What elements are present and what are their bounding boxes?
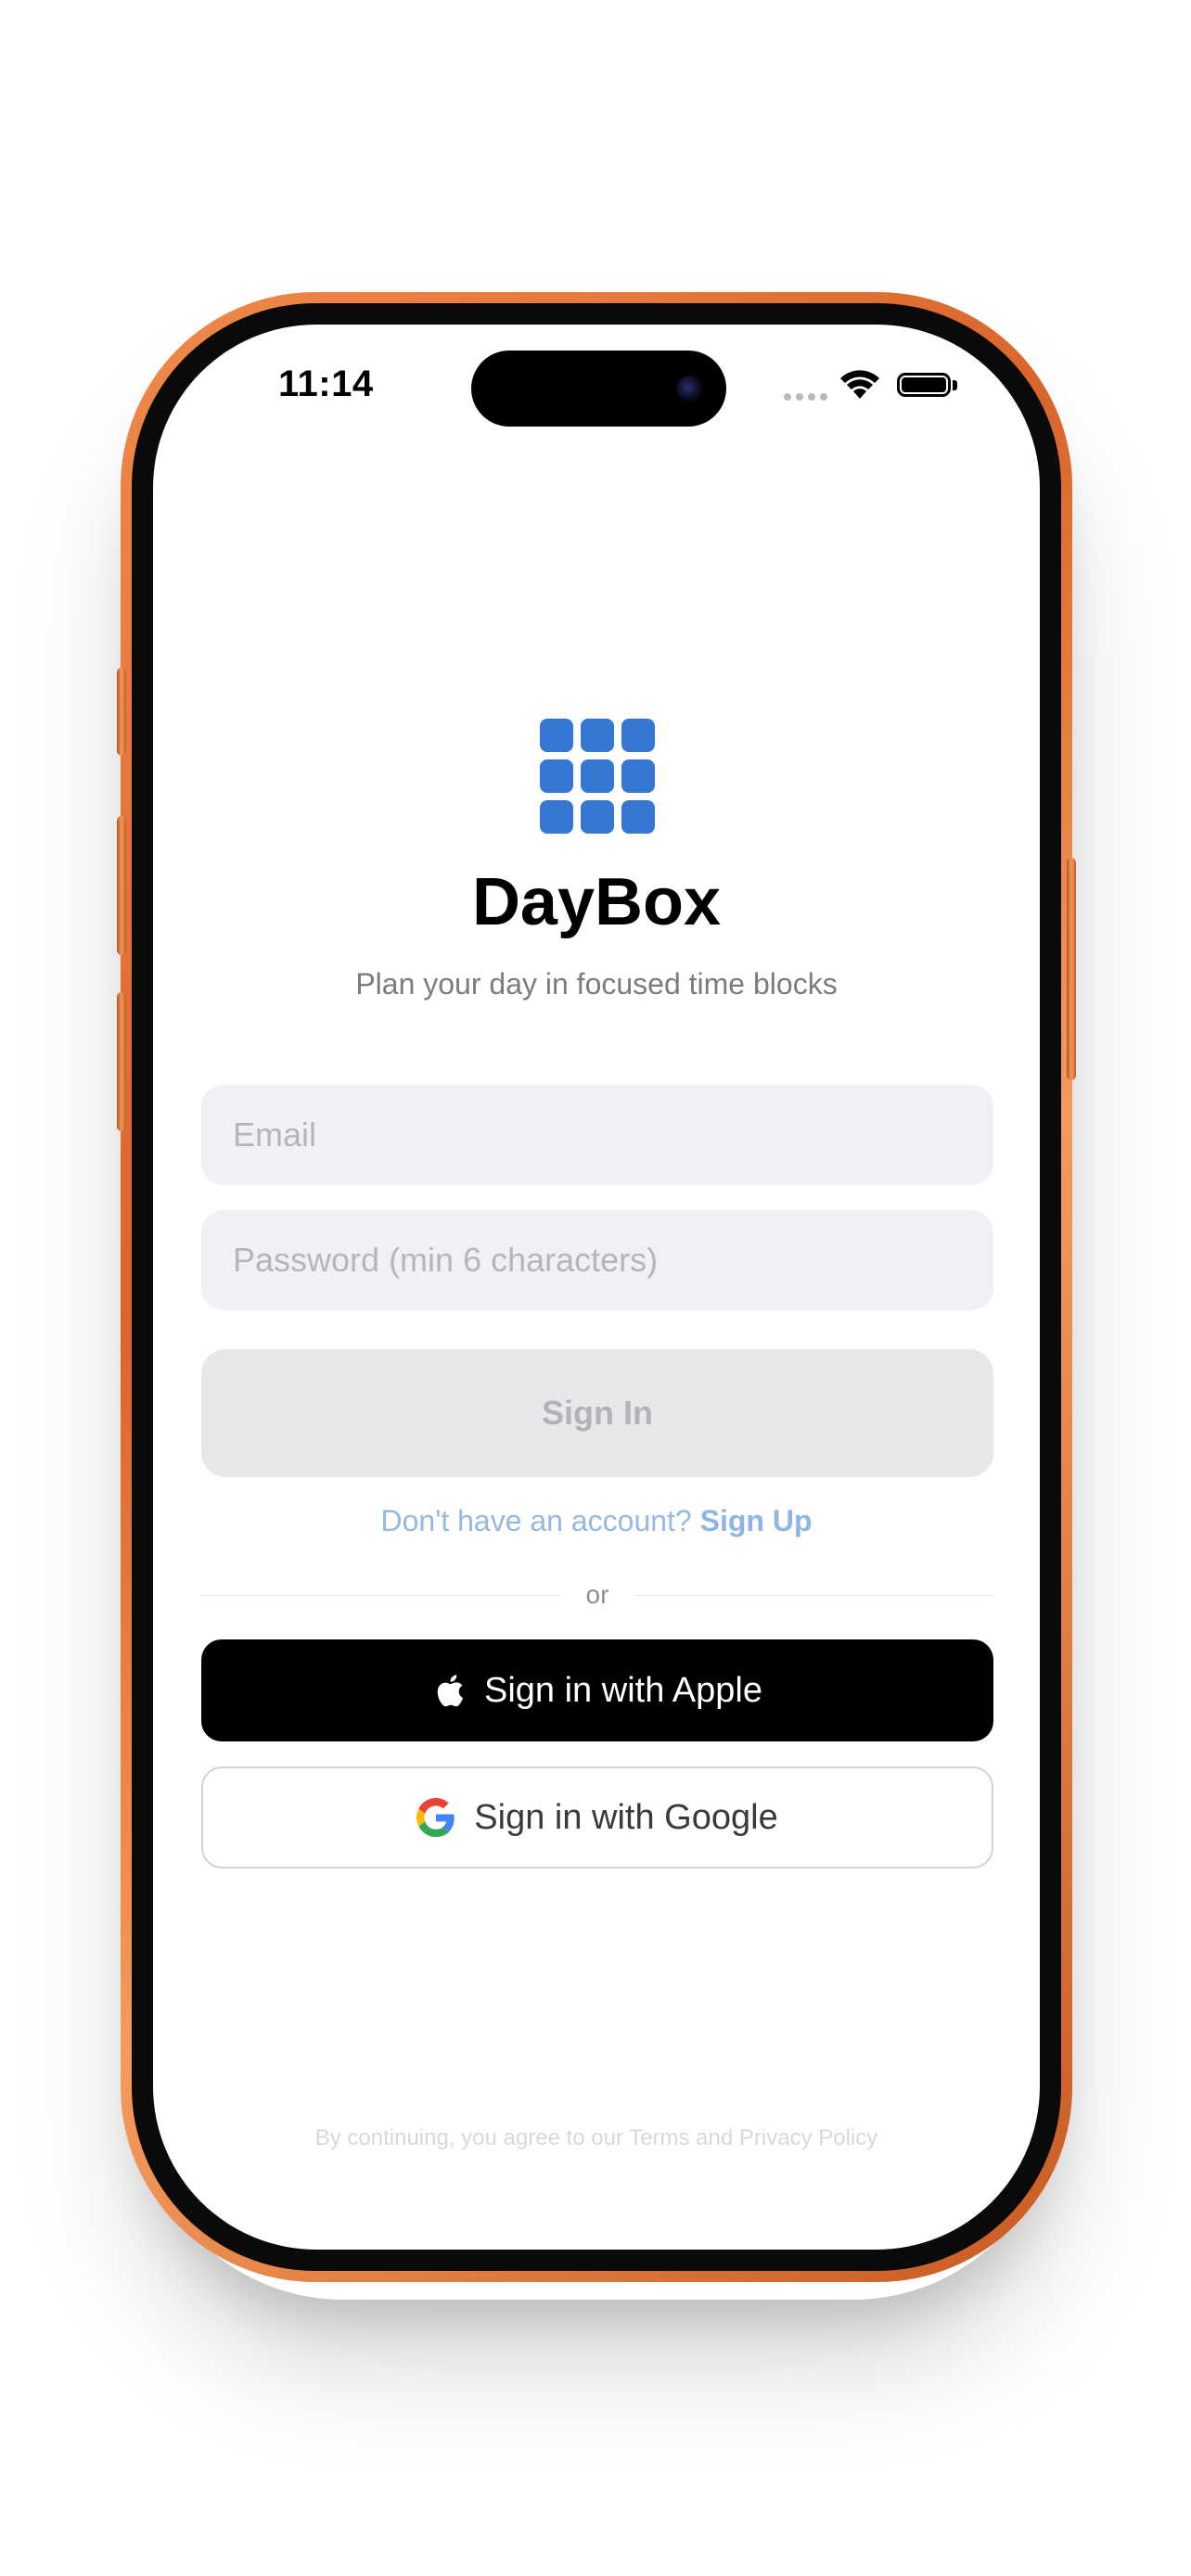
password-field[interactable] — [201, 1210, 993, 1310]
front-camera-icon — [676, 376, 702, 402]
apple-button-label: Sign in with Apple — [484, 1670, 762, 1710]
terms-footer: By continuing, you agree to our Terms an… — [314, 2125, 878, 2150]
divider-line-left — [201, 1594, 560, 1596]
sign-up-link[interactable]: Sign Up — [700, 1504, 813, 1537]
sign-in-with-apple-button[interactable]: Sign in with Apple — [201, 1639, 993, 1741]
power-button — [1067, 858, 1076, 1080]
app-logo-grid-icon — [540, 719, 655, 834]
screen: 11:14 DayBox Plan your day in focused ti… — [153, 325, 1040, 2250]
cellular-signal-icon — [784, 393, 827, 401]
or-divider: or — [201, 1576, 993, 1613]
battery-cap — [953, 380, 957, 390]
app-title: DayBox — [471, 865, 722, 939]
status-time: 11:14 — [278, 363, 374, 404]
stage: 11:14 DayBox Plan your day in focused ti… — [0, 0, 1191, 2576]
app-subtitle: Plan your day in focused time blocks — [355, 967, 838, 1001]
volume-down-button — [117, 992, 126, 1131]
divider-line-right — [634, 1594, 993, 1596]
email-field[interactable] — [201, 1085, 993, 1185]
apple-logo-icon — [437, 1675, 464, 1707]
sign-in-button[interactable]: Sign In — [201, 1349, 993, 1477]
battery-icon — [897, 373, 951, 397]
dynamic-island — [471, 351, 726, 427]
volume-up-button — [117, 816, 126, 955]
google-logo-icon — [416, 1798, 455, 1837]
google-button-label: Sign in with Google — [474, 1797, 778, 1837]
sign-in-with-google-button[interactable]: Sign in with Google — [201, 1766, 993, 1868]
wifi-icon — [840, 370, 879, 399]
signup-prompt: Don't have an account? Sign Up — [153, 1504, 1040, 1538]
divider-label: or — [585, 1580, 609, 1609]
action-button — [117, 668, 126, 756]
signup-prompt-text: Don't have an account? — [380, 1504, 700, 1537]
